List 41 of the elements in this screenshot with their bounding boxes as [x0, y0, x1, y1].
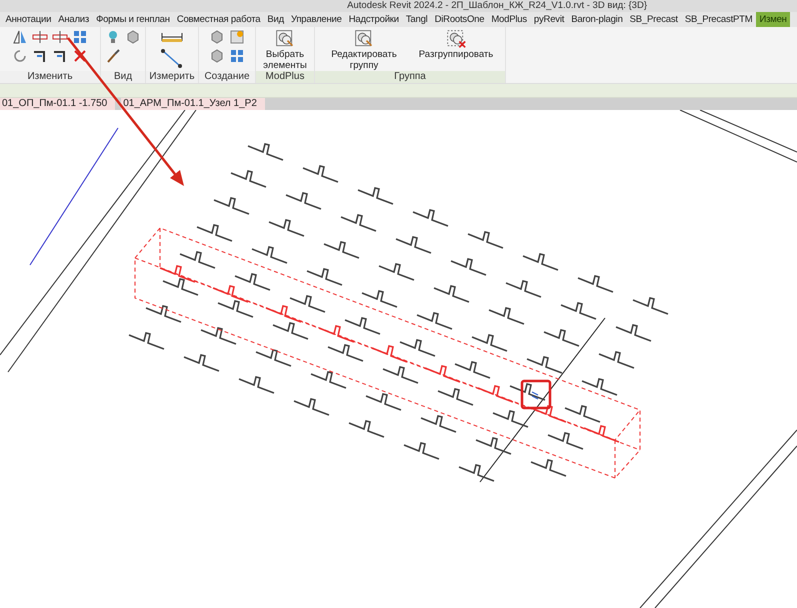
- panel-label: Измерить: [146, 70, 198, 83]
- ribbon-button[interactable]: Выбрать элементы: [258, 28, 312, 71]
- ribbon-tab[interactable]: Измен: [756, 12, 790, 27]
- ribbon-tab[interactable]: ModPlus: [488, 12, 530, 27]
- window-title: Autodesk Revit 2024.2 - 2П_Шаблон_КЖ_R24_V1.0.rvt - 3D вид: {3D}: [347, 0, 647, 12]
- ribbon-tab[interactable]: Вид: [264, 12, 288, 27]
- split-icon[interactable]: [32, 28, 48, 45]
- group-icon[interactable]: [229, 28, 245, 45]
- ribbon-tab[interactable]: Baron-plagin: [568, 12, 626, 27]
- ribbon-tab[interactable]: Аннотации: [2, 12, 55, 27]
- panel-label: Изменить: [0, 70, 100, 83]
- cube-icon[interactable]: [209, 48, 225, 64]
- panel-label: ModPlus: [256, 70, 314, 83]
- ribbon-tab[interactable]: Совместная работа: [173, 12, 264, 27]
- ribbon-tab[interactable]: SB_Precast: [626, 12, 682, 27]
- ribbon-tab[interactable]: pyRevit: [530, 12, 568, 27]
- ribbon-tab[interactable]: Анализ: [54, 12, 93, 27]
- panel-label: Группа: [315, 70, 505, 83]
- ribbon-tab[interactable]: Надстройки: [345, 12, 402, 27]
- ribbon-tab[interactable]: SB_PrecastPTM: [681, 12, 756, 27]
- split-icon[interactable]: [52, 28, 68, 45]
- panel-label: Создание: [199, 70, 255, 83]
- ribbon-button[interactable]: Разгруппировать: [411, 28, 501, 60]
- delete-icon[interactable]: [72, 48, 88, 64]
- ribbon-tab[interactable]: DiRootsOne: [431, 12, 488, 27]
- view-tab[interactable]: 01_ОП_Пм-01.1 -1.750: [0, 98, 116, 110]
- highlight-frame: [520, 380, 552, 410]
- array-icon[interactable]: [229, 48, 245, 64]
- cube-icon[interactable]: [209, 28, 225, 45]
- ribbon-tab[interactable]: Tangl: [402, 12, 432, 27]
- panel-label: Вид: [101, 70, 145, 83]
- group-origin-icon: [531, 391, 539, 400]
- mirror-icon[interactable]: [12, 28, 28, 45]
- paintbrush-icon[interactable]: [105, 48, 121, 64]
- ribbon-tab[interactable]: Формы и генплан: [92, 12, 174, 27]
- view-tab[interactable]: 01_АРМ_Пм-01.1_Узел 1_Р2: [121, 98, 265, 110]
- cube-icon[interactable]: [125, 28, 141, 45]
- ribbon-tab[interactable]: Управление: [287, 12, 346, 27]
- aligned-dimension-icon[interactable]: [160, 48, 184, 70]
- array-icon[interactable]: [72, 28, 88, 45]
- ribbon-button[interactable]: Редактировать группу: [319, 28, 409, 71]
